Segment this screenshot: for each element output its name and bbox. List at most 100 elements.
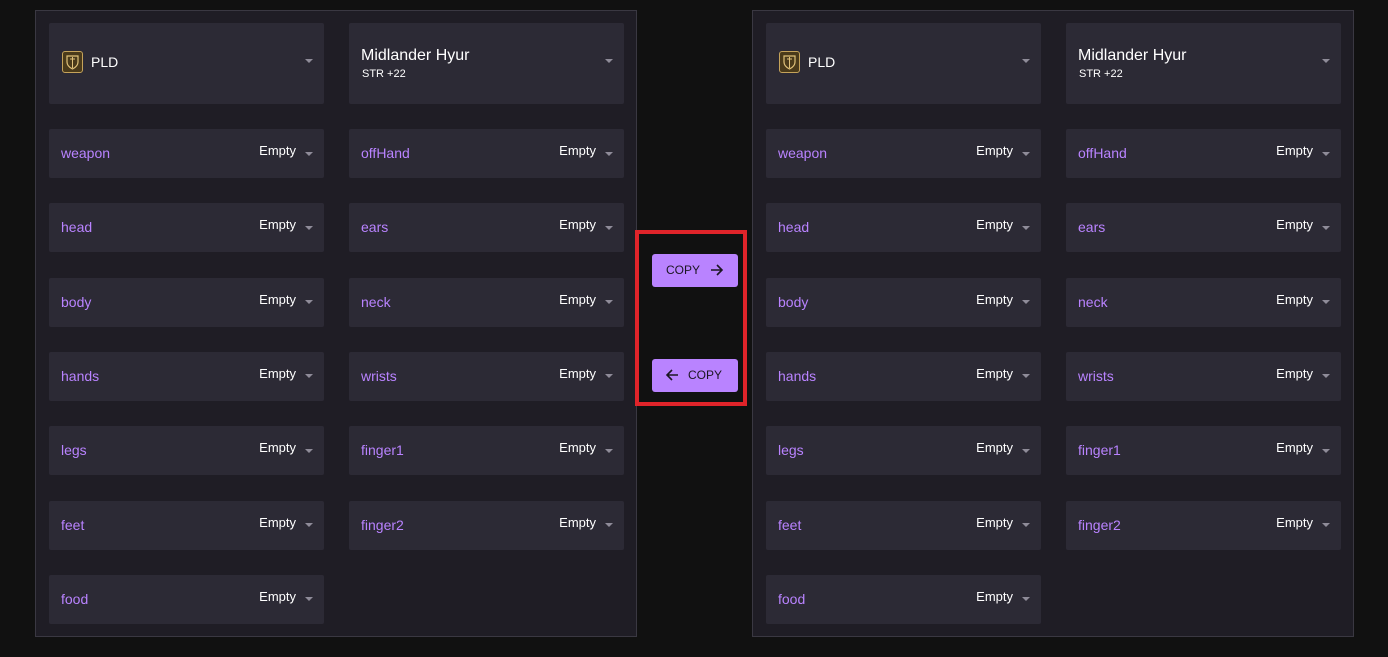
slot-value: Empty (259, 588, 296, 604)
chevron-down-icon (305, 59, 313, 63)
arrow-right-icon (711, 264, 724, 276)
chevron-down-icon (305, 597, 313, 602)
slot-label: food (61, 590, 89, 607)
gearset-panel-left: PLD Midlander Hyur STR +22 weapon Empty offHa… (35, 10, 637, 637)
chevron-down-icon (605, 523, 613, 527)
slot-value: Empty (259, 440, 296, 456)
slot-select-wrists[interactable]: wrists Empty (1066, 351, 1341, 401)
paladin-job-icon (62, 51, 83, 73)
slot-label: legs (61, 442, 87, 459)
slot-label: finger1 (361, 442, 404, 459)
chevron-down-icon (305, 448, 313, 453)
slot-select-weapon[interactable]: weapon Empty (49, 129, 324, 178)
chevron-down-icon (1022, 59, 1030, 63)
chevron-down-icon (605, 59, 613, 63)
chevron-down-icon (1022, 151, 1030, 156)
slot-select-hands[interactable]: hands Empty (766, 351, 1041, 401)
race-select-right[interactable]: Midlander Hyur STR +22 (1066, 23, 1341, 104)
slot-value: Empty (259, 217, 296, 233)
slot-select-food[interactable]: food Empty (49, 574, 324, 624)
slot-select-wrists[interactable]: wrists Empty (349, 351, 624, 401)
slot-select-head[interactable]: head Empty (49, 203, 324, 253)
chevron-down-icon (1022, 523, 1030, 527)
arrow-left-icon (665, 369, 678, 381)
slot-value: Empty (559, 440, 596, 456)
slot-label: feet (61, 516, 85, 533)
slot-select-ears[interactable]: ears Empty (349, 203, 624, 253)
job-select-right[interactable]: PLD (766, 23, 1041, 104)
slot-select-finger1[interactable]: finger1 Empty (349, 426, 624, 476)
chevron-down-icon (1022, 374, 1030, 379)
slot-select-finger2[interactable]: finger2 Empty (1066, 500, 1341, 550)
slot-select-food[interactable]: food Empty (766, 574, 1041, 624)
slot-value: Empty (976, 588, 1013, 604)
slot-select-ears[interactable]: ears Empty (1066, 203, 1341, 253)
slot-select-neck[interactable]: neck Empty (1066, 277, 1341, 327)
chevron-down-icon (605, 300, 613, 305)
job-select-left[interactable]: PLD (49, 23, 324, 104)
chevron-down-icon (1322, 300, 1330, 305)
slot-select-feet[interactable]: feet Empty (49, 500, 324, 550)
slot-label: ears (361, 219, 389, 236)
chevron-down-icon (605, 151, 613, 156)
chevron-down-icon (1022, 597, 1030, 602)
slot-select-finger2[interactable]: finger2 Empty (349, 500, 624, 550)
chevron-down-icon (1322, 448, 1330, 453)
race-name: Midlander Hyur (1078, 47, 1187, 64)
slot-value: Empty (259, 514, 296, 530)
slot-label: offHand (361, 145, 410, 161)
chevron-down-icon (605, 374, 613, 379)
gearset-panel-right: PLD Midlander Hyur STR +22 weapon Empty offHa… (752, 10, 1354, 637)
slot-value: Empty (259, 365, 296, 381)
copy-left-button[interactable]: COPY (652, 359, 738, 392)
slot-select-weapon[interactable]: weapon Empty (766, 129, 1041, 178)
chevron-down-icon (1322, 374, 1330, 379)
slot-select-head[interactable]: head Empty (766, 203, 1041, 253)
slot-select-legs[interactable]: legs Empty (766, 426, 1041, 476)
slot-value: Empty (1276, 291, 1313, 307)
slot-value: Empty (559, 143, 596, 158)
slot-select-hands[interactable]: hands Empty (49, 351, 324, 401)
copy-controls: COPY COPY (635, 230, 747, 406)
slot-select-neck[interactable]: neck Empty (349, 277, 624, 327)
slot-label: neck (361, 293, 391, 310)
slot-value: Empty (1276, 143, 1313, 158)
slot-select-body[interactable]: body Empty (766, 277, 1041, 327)
chevron-down-icon (1322, 523, 1330, 527)
chevron-down-icon (305, 151, 313, 156)
race-name: Midlander Hyur (361, 47, 470, 64)
slot-label: head (778, 219, 810, 236)
slot-label: food (778, 590, 806, 607)
chevron-down-icon (1322, 151, 1330, 156)
slot-value: Empty (1276, 217, 1313, 233)
slot-select-offhand[interactable]: offHand Empty (1066, 129, 1341, 178)
slot-select-legs[interactable]: legs Empty (49, 426, 324, 476)
race-stat: STR +22 (1079, 68, 1123, 80)
chevron-down-icon (305, 523, 313, 527)
slot-value: Empty (1276, 514, 1313, 530)
chevron-down-icon (305, 374, 313, 379)
race-stat: STR +22 (362, 68, 406, 80)
slot-value: Empty (976, 514, 1013, 530)
slot-label: finger2 (361, 516, 404, 533)
slot-label: weapon (778, 145, 828, 161)
job-name: PLD (91, 54, 119, 70)
slot-label: wrists (361, 367, 397, 384)
slot-label: legs (778, 442, 804, 459)
copy-right-label: COPY (666, 263, 701, 277)
copy-right-button[interactable]: COPY (652, 254, 738, 287)
slot-value: Empty (559, 514, 596, 530)
chevron-down-icon (1322, 59, 1330, 63)
slot-value: Empty (559, 217, 596, 233)
race-select-left[interactable]: Midlander Hyur STR +22 (349, 23, 624, 104)
slot-select-finger1[interactable]: finger1 Empty (1066, 426, 1341, 476)
job-name: PLD (808, 54, 836, 70)
slot-select-body[interactable]: body Empty (49, 277, 324, 327)
slot-label: weapon (61, 145, 111, 161)
copy-left-label: COPY (688, 368, 723, 382)
slot-value: Empty (976, 143, 1013, 158)
slot-label: head (61, 219, 93, 236)
slot-select-feet[interactable]: feet Empty (766, 500, 1041, 550)
slot-value: Empty (259, 143, 296, 158)
slot-select-offhand[interactable]: offHand Empty (349, 129, 624, 178)
